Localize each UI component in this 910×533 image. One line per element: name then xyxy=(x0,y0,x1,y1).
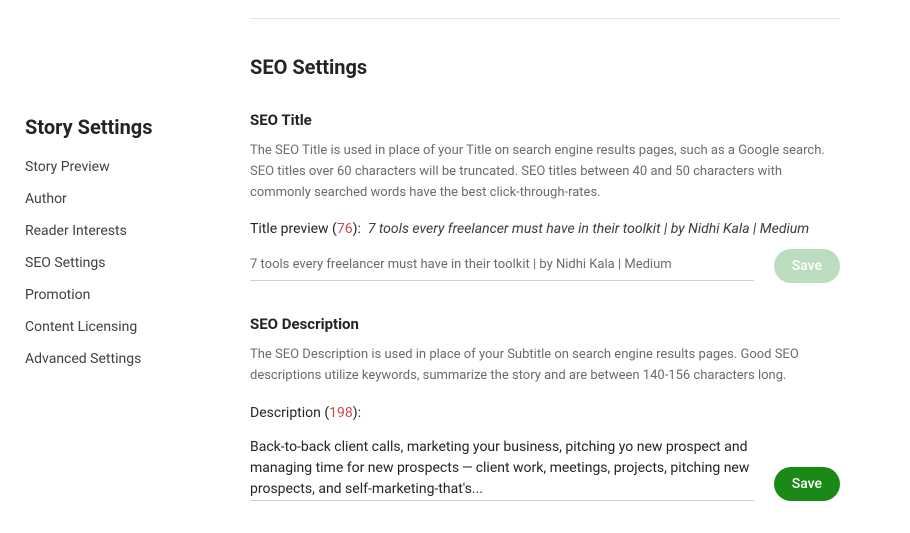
seo-description-help: The SEO Description is used in place of … xyxy=(250,345,840,387)
sidebar-title: Story Settings xyxy=(25,115,220,139)
title-preview-value: 7 tools every freelancer must have in th… xyxy=(368,221,809,237)
sidebar-item-promotion[interactable]: Promotion xyxy=(25,287,220,303)
seo-description-save-button[interactable]: Save xyxy=(774,467,840,501)
sidebar-item-advanced-settings[interactable]: Advanced Settings xyxy=(25,351,220,367)
title-preview-label-post: ): xyxy=(353,221,361,237)
seo-title-input[interactable] xyxy=(250,251,754,281)
sidebar: Story Settings Story Preview Author Read… xyxy=(0,0,220,533)
sidebar-item-content-licensing[interactable]: Content Licensing xyxy=(25,319,220,335)
title-preview-count: 76 xyxy=(337,221,353,237)
section-divider xyxy=(250,18,840,19)
seo-title-preview: Title preview (76): 7 tools every freela… xyxy=(250,221,840,237)
sidebar-item-seo-settings[interactable]: SEO Settings xyxy=(25,255,220,271)
seo-title-save-button[interactable]: Save xyxy=(774,249,840,283)
sidebar-item-reader-interests[interactable]: Reader Interests xyxy=(25,223,220,239)
title-preview-label-pre: Title preview ( xyxy=(250,221,337,237)
seo-title-label: SEO Title xyxy=(250,111,840,129)
sidebar-item-author[interactable]: Author xyxy=(25,191,220,207)
description-preview-label-post: ): xyxy=(353,405,361,421)
seo-description-textarea[interactable] xyxy=(250,433,754,501)
section-title: SEO Settings xyxy=(250,55,840,79)
description-preview-count: 198 xyxy=(329,405,353,421)
sidebar-item-story-preview[interactable]: Story Preview xyxy=(25,159,220,175)
seo-description-label: SEO Description xyxy=(250,315,840,333)
seo-title-help: The SEO Title is used in place of your T… xyxy=(250,141,840,203)
seo-description-preview: Description (198): xyxy=(250,405,840,421)
main-content: SEO Settings SEO Title The SEO Title is … xyxy=(220,0,870,533)
description-preview-label-pre: Description ( xyxy=(250,405,329,421)
